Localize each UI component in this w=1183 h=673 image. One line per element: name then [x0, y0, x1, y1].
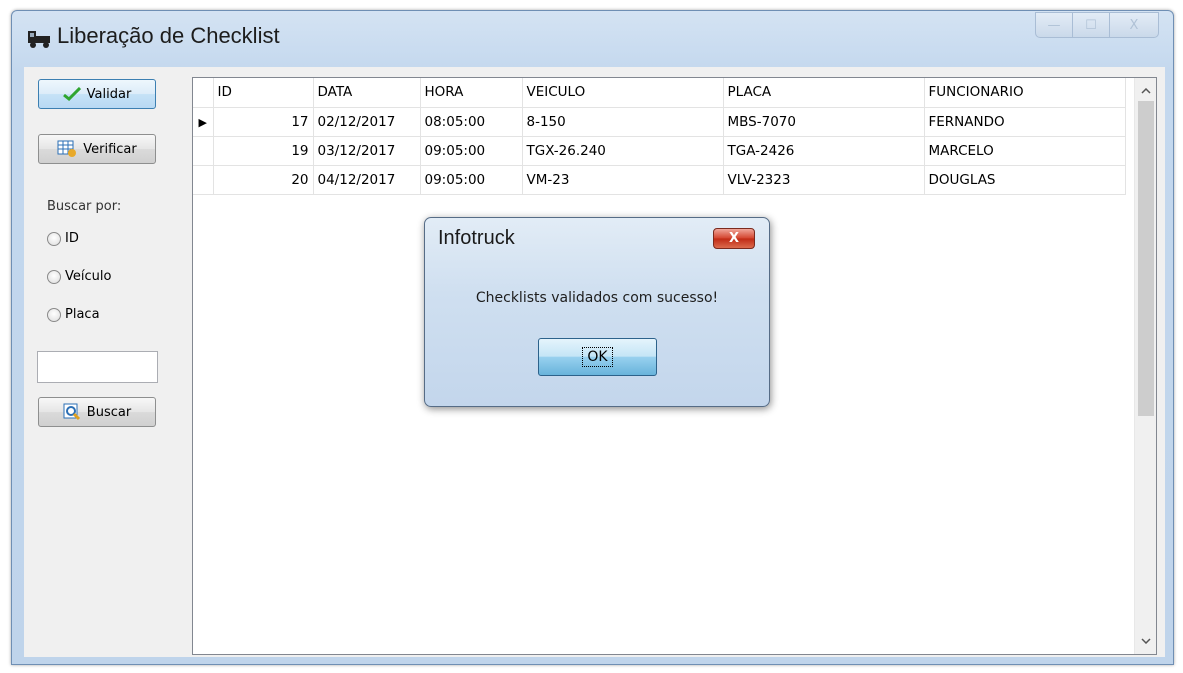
cell-funcionario[interactable]: FERNANDO: [924, 107, 1126, 137]
validar-label: Validar: [86, 86, 132, 102]
cell-id[interactable]: 19: [213, 136, 314, 166]
radio-circle-icon: [47, 269, 61, 284]
search-icon: [63, 403, 80, 421]
radio-veiculo[interactable]: Veículo: [47, 269, 111, 284]
minimize-icon: —: [1047, 17, 1061, 33]
left-panel: Validar Verificar Buscar por: ID Veículo…: [24, 67, 184, 657]
dialog-message: Checklists validados com sucesso!: [475, 290, 719, 306]
radio-circle-icon: [47, 231, 61, 246]
row-header-corner: [193, 78, 214, 108]
scroll-down-arrow-icon[interactable]: [1135, 630, 1157, 652]
column-header-id[interactable]: ID: [213, 78, 314, 108]
cell-veiculo[interactable]: 8-150: [522, 107, 724, 137]
radio-placa-label: Placa: [65, 307, 100, 322]
verificar-label: Verificar: [83, 141, 137, 157]
scrollbar-thumb[interactable]: [1138, 101, 1154, 416]
row-header: [193, 136, 214, 166]
column-header-hora[interactable]: HORA: [420, 78, 523, 108]
ok-button[interactable]: OK: [538, 338, 657, 376]
row-pointer-icon: ▶: [198, 115, 207, 129]
table-icon: [57, 140, 77, 157]
cell-data[interactable]: 03/12/2017: [313, 136, 421, 166]
column-header-placa[interactable]: PLACA: [723, 78, 925, 108]
table-row[interactable]: 20 04/12/2017 09:05:00 VM-23 VLV-2323 DO…: [193, 165, 1126, 195]
radio-id-label: ID: [65, 231, 79, 246]
dialog-title: Infotruck: [438, 227, 515, 249]
radio-placa[interactable]: Placa: [47, 307, 100, 322]
close-icon: X: [1129, 17, 1139, 33]
maximize-button[interactable]: ☐: [1072, 12, 1110, 38]
check-icon: [62, 87, 81, 101]
search-by-group: Buscar por: ID Veículo Placa: [34, 175, 164, 340]
cell-hora[interactable]: 09:05:00: [420, 136, 523, 166]
window-title: Liberação de Checklist: [57, 23, 280, 48]
table-row[interactable]: 19 03/12/2017 09:05:00 TGX-26.240 TGA-24…: [193, 136, 1126, 166]
table-row[interactable]: ▶ 17 02/12/2017 08:05:00 8-150 MBS-7070 …: [193, 107, 1126, 137]
validar-button[interactable]: Validar: [38, 79, 156, 109]
cell-placa[interactable]: VLV-2323: [723, 165, 925, 195]
search-by-label: Buscar por:: [47, 199, 122, 214]
cell-veiculo[interactable]: VM-23: [522, 165, 724, 195]
cell-id[interactable]: 20: [213, 165, 314, 195]
cell-funcionario[interactable]: DOUGLAS: [924, 165, 1126, 195]
minimize-button[interactable]: —: [1035, 12, 1073, 38]
window-controls: — ☐ X: [1035, 12, 1159, 38]
checklist-table: ID DATA HORA VEICULO PLACA FUNCIONARIO ▶…: [193, 78, 1126, 195]
verificar-button[interactable]: Verificar: [38, 134, 156, 164]
radio-veiculo-label: Veículo: [65, 269, 112, 284]
vertical-scrollbar[interactable]: [1134, 78, 1156, 654]
column-header-funcionario[interactable]: FUNCIONARIO: [924, 78, 1126, 108]
close-button[interactable]: X: [1109, 12, 1159, 38]
message-dialog: Infotruck X Checklists validados com suc…: [424, 217, 770, 407]
maximize-icon: ☐: [1085, 17, 1097, 33]
ok-label: OK: [582, 347, 613, 367]
cell-veiculo[interactable]: TGX-26.240: [522, 136, 724, 166]
column-header-veiculo[interactable]: VEICULO: [522, 78, 724, 108]
row-header: [193, 165, 214, 195]
close-icon: X: [728, 231, 740, 246]
cell-funcionario[interactable]: MARCELO: [924, 136, 1126, 166]
radio-circle-icon: [47, 307, 61, 322]
current-row-indicator: ▶: [193, 107, 214, 137]
column-header-data[interactable]: DATA: [313, 78, 421, 108]
cell-data[interactable]: 02/12/2017: [313, 107, 421, 137]
cell-id[interactable]: 17: [213, 107, 314, 137]
truck-icon: [28, 31, 50, 48]
cell-placa[interactable]: TGA-2426: [723, 136, 925, 166]
buscar-button[interactable]: Buscar: [38, 397, 156, 427]
title-bar: Liberação de Checklist — ☐ X: [12, 11, 1173, 69]
table-header-row: ID DATA HORA VEICULO PLACA FUNCIONARIO: [193, 78, 1126, 108]
search-input[interactable]: [37, 351, 158, 383]
scroll-up-arrow-icon[interactable]: [1135, 80, 1157, 102]
cell-data[interactable]: 04/12/2017: [313, 165, 421, 195]
cell-placa[interactable]: MBS-7070: [723, 107, 925, 137]
dialog-close-button[interactable]: X: [713, 228, 755, 249]
buscar-label: Buscar: [86, 404, 132, 420]
cell-hora[interactable]: 09:05:00: [420, 165, 523, 195]
cell-hora[interactable]: 08:05:00: [420, 107, 523, 137]
radio-id[interactable]: ID: [47, 231, 79, 246]
